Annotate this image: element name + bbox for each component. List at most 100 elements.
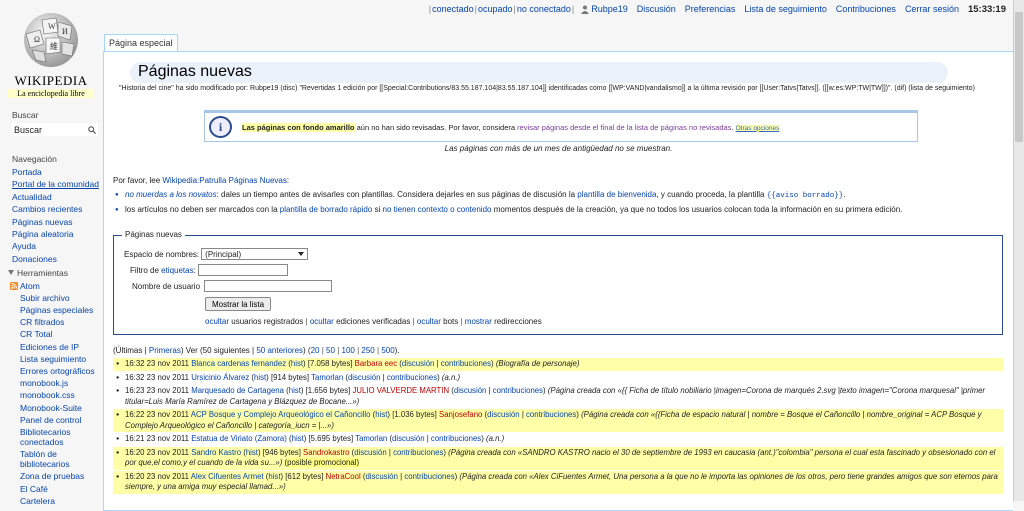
- limit-250-link[interactable]: 250: [361, 346, 374, 355]
- entry-hist-link[interactable]: hist: [246, 448, 258, 457]
- entry-title-link[interactable]: ACP Bosque y Complejo Arqueológico el Ca…: [191, 410, 371, 419]
- status-offline[interactable]: no conectado: [517, 4, 571, 14]
- entry-contribs-link[interactable]: contribuciones: [441, 359, 491, 368]
- sidebar-tool-item[interactable]: Monobook-Suite: [20, 403, 102, 413]
- sidebar-tool-item[interactable]: CR Total: [20, 329, 102, 339]
- show-list-button[interactable]: Mostrar la lista: [205, 297, 272, 311]
- sidebar-tool-item[interactable]: Subir archivo: [20, 293, 102, 303]
- entry-talk-link[interactable]: discusión: [402, 359, 435, 368]
- entry-contribs-link[interactable]: contribuciones: [404, 472, 454, 481]
- tags-link[interactable]: etiquetas: [161, 266, 193, 275]
- sidebar-tool-item[interactable]: Bibliotecarios conectados: [20, 427, 102, 447]
- entry-user-link[interactable]: Barbara eec: [355, 359, 397, 368]
- contributions-link[interactable]: Contribuciones: [836, 4, 896, 14]
- entry-talk-link[interactable]: discusión: [348, 373, 381, 382]
- entry-user-link[interactable]: Sanjosefano: [439, 410, 482, 419]
- sidebar-tool-item[interactable]: El Café: [20, 484, 102, 494]
- logo[interactable]: Ω W И 維 WIKIPEDIA La enciclopedia libre: [8, 8, 94, 98]
- entry-title-link[interactable]: Marquesado de Cartagena: [191, 386, 284, 395]
- sidebar-tool-item[interactable]: monobook.css: [20, 390, 102, 400]
- status-busy[interactable]: ocupado: [478, 4, 513, 14]
- entry-contribs-link[interactable]: contribuciones: [526, 410, 576, 419]
- welcome-template-link[interactable]: plantilla de bienvenida: [577, 190, 656, 199]
- entry-talk-link[interactable]: discusión: [354, 448, 387, 457]
- sidebar-nav-item[interactable]: Portal de la comunidad: [12, 179, 102, 189]
- entry-talk-link[interactable]: discusión: [392, 434, 425, 443]
- entry-title-link[interactable]: Blanca cardenas fernandez: [191, 359, 286, 368]
- scrollbar[interactable]: [1013, 0, 1024, 501]
- sidebar-tool-item[interactable]: Panel de control: [20, 415, 102, 425]
- entry-user-link[interactable]: NetraCool: [326, 472, 361, 481]
- logout-link[interactable]: Cerrar sesión: [905, 4, 959, 14]
- status-online[interactable]: conectado: [432, 4, 474, 14]
- speedy-delete-link[interactable]: plantilla de borrado rápido: [280, 205, 373, 214]
- entry-hist-link[interactable]: hist: [291, 359, 303, 368]
- tools-heading[interactable]: Herramientas: [8, 268, 102, 278]
- entry-contribs-link[interactable]: contribuciones: [493, 386, 543, 395]
- no-context-link[interactable]: no tienen contexto o contenido: [383, 205, 492, 214]
- entry-user-link[interactable]: Tamorlan: [311, 373, 343, 382]
- entry-contribs-link[interactable]: contribuciones: [393, 448, 443, 457]
- entry-title-link[interactable]: Ursicinio Álvarez: [191, 373, 249, 382]
- delete-notice-template-link[interactable]: {{aviso borrado}}: [767, 192, 844, 200]
- sidebar-nav-item[interactable]: Páginas nuevas: [12, 217, 102, 227]
- dont-bite-link[interactable]: no muerdas a los novatos: [125, 190, 217, 199]
- namespace-select[interactable]: (Principal): [201, 248, 309, 260]
- entry-talk-link[interactable]: discusión: [487, 410, 520, 419]
- entry-title-link[interactable]: Estatua de Viriato (Zamora): [191, 434, 287, 443]
- user-link[interactable]: Rubpe19: [581, 4, 628, 14]
- entry-contribs-link[interactable]: contribuciones: [387, 373, 437, 382]
- sidebar-nav-item[interactable]: Actualidad: [12, 192, 102, 202]
- talk-link[interactable]: Discusión: [637, 4, 676, 14]
- limit-100-link[interactable]: 100: [342, 346, 355, 355]
- entry-hist-link[interactable]: hist: [254, 373, 266, 382]
- hide-registered-link[interactable]: ocultar: [205, 317, 229, 326]
- sidebar-tool-item[interactable]: Atom: [10, 281, 102, 291]
- prev-50-link[interactable]: 50 anteriores: [256, 346, 303, 355]
- limit-20-link[interactable]: 20: [311, 346, 320, 355]
- entry-talk-link[interactable]: discusión: [454, 386, 487, 395]
- sidebar-tool-item[interactable]: Lista seguimiento: [20, 354, 102, 364]
- scrollbar-thumb[interactable]: [1015, 12, 1023, 142]
- entry-hist-link[interactable]: hist: [268, 472, 280, 481]
- tab-special-page[interactable]: Página especial: [104, 34, 178, 51]
- sidebar-nav-item[interactable]: Ayuda: [12, 241, 102, 251]
- patrol-link[interactable]: Wikipedia:Patrulla Páginas Nuevas: [162, 176, 287, 185]
- sidebar-tool-item[interactable]: Zona de pruebas: [20, 471, 102, 481]
- sidebar-tool-item[interactable]: Ediciones de IP: [20, 342, 102, 352]
- limit-50-link[interactable]: 50: [326, 346, 335, 355]
- sidebar-tool-item[interactable]: CR filtrados: [20, 317, 102, 327]
- entry-hist-link[interactable]: hist: [375, 410, 387, 419]
- search-icon[interactable]: [88, 125, 96, 134]
- sidebar-tool-item[interactable]: monobook.js: [20, 378, 102, 388]
- guideline-item: los artículos no deben ser marcados con …: [113, 205, 1003, 215]
- other-options-link[interactable]: Otras opciones: [735, 124, 780, 132]
- entry-title-link[interactable]: Sandro Kastro: [191, 448, 241, 457]
- entry-title-link[interactable]: Alex Cifuentes Armet: [191, 472, 264, 481]
- entry-user-link[interactable]: JULIO VALVERDE MARTIN: [352, 386, 449, 395]
- sidebar-nav-item[interactable]: Portada: [12, 167, 102, 177]
- hide-bots-link[interactable]: ocultar: [417, 317, 441, 326]
- show-redirects-link[interactable]: mostrar: [465, 317, 492, 326]
- entry-user-link[interactable]: Sandrokastro: [303, 448, 349, 457]
- entry-hist-link[interactable]: hist: [292, 434, 304, 443]
- first-link[interactable]: Primeras: [149, 346, 181, 355]
- sidebar-tool-item[interactable]: Errores ortográficos: [20, 366, 102, 376]
- limit-500-link[interactable]: 500: [381, 346, 394, 355]
- entry-hist-link[interactable]: hist: [289, 386, 301, 395]
- tag-filter-input[interactable]: [197, 264, 288, 276]
- hide-patrolled-link[interactable]: ocultar: [310, 317, 334, 326]
- sidebar-nav-item[interactable]: Donaciones: [12, 254, 102, 264]
- watchlist-link[interactable]: Lista de seguimiento: [744, 4, 827, 14]
- sidebar-tool-item[interactable]: Páginas especiales: [20, 305, 102, 315]
- sidebar-nav-item[interactable]: Cambios recientes: [12, 204, 102, 214]
- search-input[interactable]: Buscar: [12, 123, 98, 136]
- sidebar-tool-item[interactable]: Tablón de bibliotecarios: [20, 449, 102, 469]
- entry-talk-link[interactable]: discusión: [365, 472, 398, 481]
- username-input[interactable]: [204, 280, 333, 292]
- review-pages-link[interactable]: revisar páginas desde el final de la lis…: [517, 123, 731, 132]
- preferences-link[interactable]: Preferencias: [685, 4, 736, 14]
- entry-contribs-link[interactable]: contribuciones: [431, 434, 481, 443]
- entry-user-link[interactable]: Tamorlan: [355, 434, 387, 443]
- sidebar-nav-item[interactable]: Página aleatoria: [12, 229, 102, 239]
